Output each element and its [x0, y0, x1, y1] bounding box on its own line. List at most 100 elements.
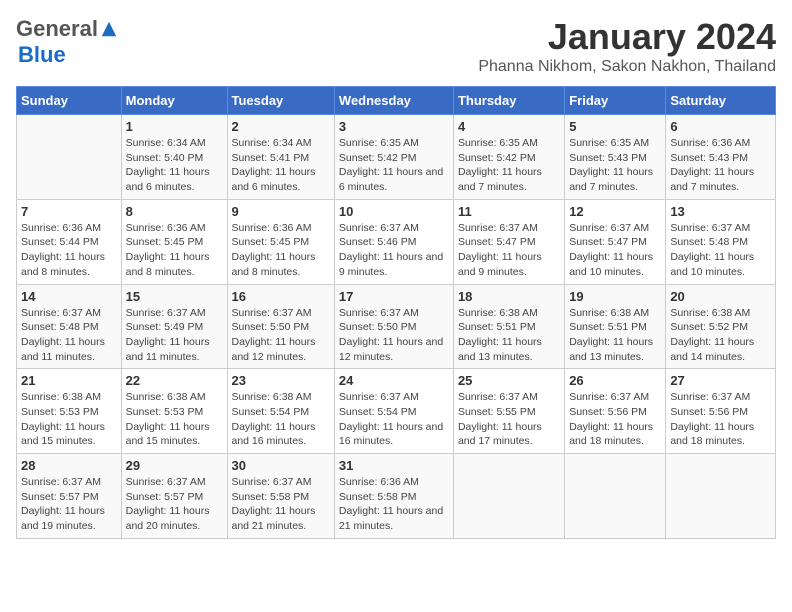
- day-info: Sunrise: 6:38 AMSunset: 5:53 PMDaylight:…: [126, 390, 223, 449]
- calendar-cell: 11 Sunrise: 6:37 AMSunset: 5:47 PMDayligh…: [453, 199, 564, 284]
- calendar-title: January 2024: [478, 16, 776, 58]
- day-number: 13: [670, 204, 771, 219]
- day-info: Sunrise: 6:37 AMSunset: 5:47 PMDaylight:…: [569, 221, 661, 280]
- day-number: 16: [232, 289, 330, 304]
- logo-blue: Blue: [18, 42, 66, 67]
- day-info: Sunrise: 6:35 AMSunset: 5:42 PMDaylight:…: [339, 136, 449, 195]
- calendar-cell: 21Sunrise: 6:38 AMSunset: 5:53 PMDayligh…: [17, 369, 122, 454]
- calendar-cell: [666, 454, 776, 539]
- calendar-cell: 20 Sunrise: 6:38 AMSunset: 5:52 PMDayligh…: [666, 284, 776, 369]
- day-number: 2: [232, 119, 330, 134]
- day-number: 17: [339, 289, 449, 304]
- day-info: Sunrise: 6:38 AMSunset: 5:51 PMDaylight:…: [569, 306, 661, 365]
- day-info: Sunrise: 6:37 AMSunset: 5:50 PMDaylight:…: [339, 306, 449, 365]
- day-info: Sunrise: 6:38 AMSunset: 5:52 PMDaylight:…: [670, 306, 771, 365]
- column-header-thursday: Thursday: [453, 87, 564, 115]
- day-info: Sunrise: 6:37 AMSunset: 5:56 PMDaylight:…: [569, 390, 661, 449]
- day-info: Sunrise: 6:37 AMSunset: 5:56 PMDaylight:…: [670, 390, 771, 449]
- day-number: 19: [569, 289, 661, 304]
- day-number: 4: [458, 119, 560, 134]
- day-info: Sunrise: 6:37 AMSunset: 5:48 PMDaylight:…: [670, 221, 771, 280]
- calendar-week-row: 28 Sunrise: 6:37 AMSunset: 5:57 PMDayligh…: [17, 454, 776, 539]
- calendar-cell: 1 Sunrise: 6:34 AMSunset: 5:40 PMDaylight…: [121, 115, 227, 200]
- calendar-cell: 13 Sunrise: 6:37 AMSunset: 5:48 PMDayligh…: [666, 199, 776, 284]
- day-info: Sunrise: 6:36 AMSunset: 5:45 PMDaylight:…: [126, 221, 223, 280]
- day-info: Sunrise: 6:36 AMSunset: 5:45 PMDaylight:…: [232, 221, 330, 280]
- calendar-cell: 7 Sunrise: 6:36 AMSunset: 5:44 PMDaylight…: [17, 199, 122, 284]
- day-info: Sunrise: 6:38 AMSunset: 5:51 PMDaylight:…: [458, 306, 560, 365]
- day-number: 25: [458, 373, 560, 388]
- day-number: 1: [126, 119, 223, 134]
- day-info: Sunrise: 6:34 AMSunset: 5:40 PMDaylight:…: [126, 136, 223, 195]
- calendar-cell: 8 Sunrise: 6:36 AMSunset: 5:45 PMDaylight…: [121, 199, 227, 284]
- calendar-cell: 2Sunrise: 6:34 AMSunset: 5:41 PMDaylight…: [227, 115, 334, 200]
- calendar-cell: 17 Sunrise: 6:37 AMSunset: 5:50 PMDayligh…: [334, 284, 453, 369]
- logo-general: General: [16, 16, 98, 42]
- day-number: 6: [670, 119, 771, 134]
- calendar-week-row: 7 Sunrise: 6:36 AMSunset: 5:44 PMDaylight…: [17, 199, 776, 284]
- day-number: 20: [670, 289, 771, 304]
- logo-icon: [100, 20, 118, 38]
- calendar-week-row: 14Sunrise: 6:37 AMSunset: 5:48 PMDayligh…: [17, 284, 776, 369]
- day-info: Sunrise: 6:36 AMSunset: 5:43 PMDaylight:…: [670, 136, 771, 195]
- calendar-cell: [17, 115, 122, 200]
- logo: General Blue: [16, 16, 118, 68]
- column-header-tuesday: Tuesday: [227, 87, 334, 115]
- column-header-wednesday: Wednesday: [334, 87, 453, 115]
- day-info: Sunrise: 6:36 AMSunset: 5:58 PMDaylight:…: [339, 475, 449, 534]
- day-number: 28: [21, 458, 117, 473]
- day-info: Sunrise: 6:37 AMSunset: 5:47 PMDaylight:…: [458, 221, 560, 280]
- day-info: Sunrise: 6:37 AMSunset: 5:57 PMDaylight:…: [126, 475, 223, 534]
- calendar-cell: 15 Sunrise: 6:37 AMSunset: 5:49 PMDayligh…: [121, 284, 227, 369]
- column-header-friday: Friday: [565, 87, 666, 115]
- day-info: Sunrise: 6:38 AMSunset: 5:54 PMDaylight:…: [232, 390, 330, 449]
- day-number: 8: [126, 204, 223, 219]
- day-number: 22: [126, 373, 223, 388]
- title-section: January 2024 Phanna Nikhom, Sakon Nakhon…: [478, 16, 776, 76]
- day-number: 9: [232, 204, 330, 219]
- calendar-cell: [565, 454, 666, 539]
- calendar-cell: 25 Sunrise: 6:37 AMSunset: 5:55 PMDayligh…: [453, 369, 564, 454]
- day-info: Sunrise: 6:37 AMSunset: 5:48 PMDaylight:…: [21, 306, 117, 365]
- day-number: 29: [126, 458, 223, 473]
- day-info: Sunrise: 6:37 AMSunset: 5:54 PMDaylight:…: [339, 390, 449, 449]
- calendar-cell: 31 Sunrise: 6:36 AMSunset: 5:58 PMDayligh…: [334, 454, 453, 539]
- column-header-sunday: Sunday: [17, 87, 122, 115]
- calendar-cell: 30 Sunrise: 6:37 AMSunset: 5:58 PMDayligh…: [227, 454, 334, 539]
- page-header: General Blue January 2024 Phanna Nikhom,…: [16, 16, 776, 76]
- calendar-subtitle: Phanna Nikhom, Sakon Nakhon, Thailand: [478, 58, 776, 76]
- day-info: Sunrise: 6:37 AMSunset: 5:49 PMDaylight:…: [126, 306, 223, 365]
- calendar-cell: 5 Sunrise: 6:35 AMSunset: 5:43 PMDaylight…: [565, 115, 666, 200]
- day-info: Sunrise: 6:37 AMSunset: 5:55 PMDaylight:…: [458, 390, 560, 449]
- day-number: 7: [21, 204, 117, 219]
- calendar-cell: 6 Sunrise: 6:36 AMSunset: 5:43 PMDaylight…: [666, 115, 776, 200]
- day-info: Sunrise: 6:35 AMSunset: 5:43 PMDaylight:…: [569, 136, 661, 195]
- column-header-saturday: Saturday: [666, 87, 776, 115]
- day-number: 15: [126, 289, 223, 304]
- day-number: 26: [569, 373, 661, 388]
- day-number: 5: [569, 119, 661, 134]
- day-number: 10: [339, 204, 449, 219]
- day-number: 11: [458, 204, 560, 219]
- calendar-cell: 12 Sunrise: 6:37 AMSunset: 5:47 PMDayligh…: [565, 199, 666, 284]
- day-number: 12: [569, 204, 661, 219]
- calendar-cell: 22 Sunrise: 6:38 AMSunset: 5:53 PMDayligh…: [121, 369, 227, 454]
- day-info: Sunrise: 6:38 AMSunset: 5:53 PMDaylight:…: [21, 390, 117, 449]
- day-info: Sunrise: 6:35 AMSunset: 5:42 PMDaylight:…: [458, 136, 560, 195]
- calendar-cell: 27Sunrise: 6:37 AMSunset: 5:56 PMDayligh…: [666, 369, 776, 454]
- calendar-cell: 14Sunrise: 6:37 AMSunset: 5:48 PMDayligh…: [17, 284, 122, 369]
- day-info: Sunrise: 6:37 AMSunset: 5:57 PMDaylight:…: [21, 475, 117, 534]
- day-info: Sunrise: 6:37 AMSunset: 5:50 PMDaylight:…: [232, 306, 330, 365]
- calendar-table: SundayMondayTuesdayWednesdayThursdayFrid…: [16, 86, 776, 539]
- day-number: 3: [339, 119, 449, 134]
- day-info: Sunrise: 6:36 AMSunset: 5:44 PMDaylight:…: [21, 221, 117, 280]
- column-header-monday: Monday: [121, 87, 227, 115]
- day-number: 30: [232, 458, 330, 473]
- day-number: 31: [339, 458, 449, 473]
- day-number: 23: [232, 373, 330, 388]
- calendar-cell: [453, 454, 564, 539]
- day-info: Sunrise: 6:37 AMSunset: 5:46 PMDaylight:…: [339, 221, 449, 280]
- calendar-cell: 9 Sunrise: 6:36 AMSunset: 5:45 PMDaylight…: [227, 199, 334, 284]
- calendar-cell: 19 Sunrise: 6:38 AMSunset: 5:51 PMDayligh…: [565, 284, 666, 369]
- day-info: Sunrise: 6:37 AMSunset: 5:58 PMDaylight:…: [232, 475, 330, 534]
